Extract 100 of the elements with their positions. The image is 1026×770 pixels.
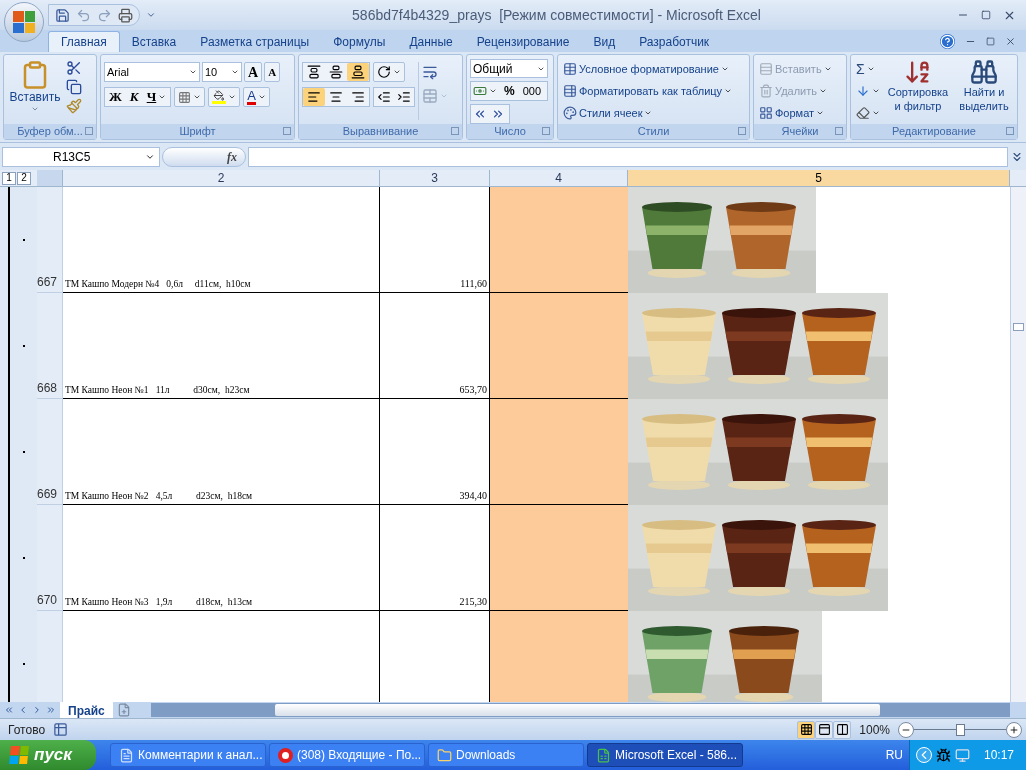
table-cell: ТМ Кашпо Модерн №4 0,6л d11см, h10см xyxy=(63,187,380,293)
group-label: Шрифт xyxy=(179,126,216,137)
row-number-cell: 670 xyxy=(37,505,63,611)
styles-menu-button[interactable]: Стили ячеек xyxy=(561,104,735,122)
taskbar-button[interactable]: (308) Входящие - По... xyxy=(269,743,425,767)
ribbon-tab[interactable]: Вставка xyxy=(119,31,189,52)
show-hidden-icons-icon[interactable] xyxy=(915,747,932,763)
caret-icon xyxy=(819,87,827,95)
restore-icon[interactable] xyxy=(986,37,995,46)
outline-level-button[interactable]: 2 xyxy=(17,171,31,185)
language-indicator[interactable]: RU xyxy=(879,746,909,764)
font-name-field[interactable]: Arial xyxy=(104,62,200,82)
align-left-icon[interactable] xyxy=(303,88,325,106)
ribbon-tab[interactable]: Данные xyxy=(397,31,465,52)
zoom-in-icon[interactable] xyxy=(1006,721,1022,738)
group-label: Ячейки xyxy=(781,126,819,137)
column-header[interactable]: 5 xyxy=(628,170,1010,186)
row-number-cell: 669 xyxy=(37,399,63,505)
ribbon-tab[interactable]: Главная xyxy=(48,31,120,52)
folder-icon xyxy=(437,747,452,763)
zoom-out-icon[interactable] xyxy=(898,721,914,738)
zoom-slider[interactable] xyxy=(914,722,1006,737)
taskbar-button[interactable]: Downloads xyxy=(428,743,584,767)
formula-field[interactable] xyxy=(248,146,1008,167)
ribbon-tab[interactable]: Разработчик xyxy=(627,31,722,52)
eraser-icon xyxy=(856,106,870,120)
bug-icon[interactable] xyxy=(935,747,951,763)
slider-thumb[interactable] xyxy=(956,723,965,736)
zoom-level: 100% xyxy=(858,721,891,739)
bottom-align-icon[interactable] xyxy=(347,63,369,81)
ribbon-tab[interactable]: Формулы xyxy=(321,31,398,52)
restore-icon[interactable] xyxy=(981,10,991,20)
column-header[interactable]: 2 xyxy=(63,170,380,186)
paint-bucket-icon xyxy=(212,90,227,104)
styles-menu-button[interactable]: Условное форматирование xyxy=(561,60,735,78)
caret-icon xyxy=(31,105,39,113)
print-preview-icon[interactable] xyxy=(118,7,133,23)
caret-icon xyxy=(644,109,653,117)
outline-level-button[interactable]: 1 xyxy=(2,171,16,185)
help-icon[interactable] xyxy=(940,34,955,49)
number-format-field[interactable]: Общий xyxy=(470,59,548,78)
number-format-value: Общий xyxy=(473,60,513,78)
taskbar-button[interactable]: Microsoft Excel - 586... xyxy=(587,743,743,767)
customize-icon[interactable] xyxy=(146,10,156,20)
grow-font-button[interactable]: A xyxy=(244,62,263,82)
shrink-font-button[interactable]: A xyxy=(264,62,281,82)
macro-record-icon[interactable] xyxy=(53,722,69,737)
caret-icon xyxy=(440,92,448,100)
borders-icon xyxy=(178,90,192,104)
thousands-button[interactable]: 000 xyxy=(519,82,545,100)
ribbon-tab[interactable]: Разметка страницы xyxy=(188,31,322,52)
underline-button[interactable]: Ч xyxy=(142,87,171,107)
caret-icon xyxy=(193,93,202,101)
caret-icon xyxy=(489,87,497,95)
vertical-scrollbar[interactable] xyxy=(1010,187,1026,702)
cell-reference: R13C5 xyxy=(53,148,91,166)
orientation-button[interactable] xyxy=(373,62,405,82)
page-break-icon[interactable] xyxy=(833,720,852,739)
paste-button[interactable]: Вставить xyxy=(7,58,63,124)
caret-icon xyxy=(872,109,880,117)
borders-button[interactable] xyxy=(174,87,206,107)
horizontal-scrollbar[interactable] xyxy=(150,703,1010,717)
caret-icon xyxy=(228,93,237,101)
autosum-button[interactable]: Σ xyxy=(854,60,882,78)
cells-menu-button[interactable]: Формат xyxy=(757,104,834,122)
bold-button[interactable]: Ж xyxy=(105,87,126,107)
font-size-field[interactable]: 10 xyxy=(202,62,242,82)
font-color-button[interactable]: A xyxy=(243,87,270,107)
table-cell: ТМ Кашпо Неон №3 1,9л d18см, h13см xyxy=(63,505,380,611)
trash-icon xyxy=(759,84,773,98)
close-icon[interactable] xyxy=(1005,36,1016,47)
clock: 10:17 xyxy=(983,747,1014,764)
styles-menu-button[interactable]: Форматировать как таблицу xyxy=(561,82,735,100)
office-button[interactable] xyxy=(4,2,44,42)
save-icon[interactable] xyxy=(55,7,70,23)
normal-view-icon[interactable] xyxy=(797,720,816,739)
caret-icon xyxy=(866,65,875,73)
find-select-button[interactable]: Найти и выделить xyxy=(954,58,1014,124)
taskbar-button[interactable]: Комментарии к анал... xyxy=(110,743,266,767)
italic-button[interactable]: К xyxy=(125,87,143,107)
column-header[interactable]: 3 xyxy=(380,170,490,186)
fill-color-button[interactable] xyxy=(208,87,241,107)
page-layout-icon[interactable] xyxy=(815,720,834,739)
percent-button[interactable]: % xyxy=(499,82,520,100)
name-box[interactable]: R13C5 xyxy=(2,146,160,167)
insert-function-button[interactable]: fx xyxy=(162,146,246,167)
ribbon-tab[interactable]: Вид xyxy=(581,31,628,52)
font-name-value: Arial xyxy=(107,64,129,80)
caret-icon xyxy=(720,65,729,73)
cut-icon[interactable] xyxy=(66,60,82,76)
copy-icon[interactable] xyxy=(66,79,82,95)
font-size-value: 10 xyxy=(205,64,218,80)
sort-filter-button[interactable]: Сортировка и фильтр xyxy=(885,58,951,124)
merge-cells-button[interactable] xyxy=(422,88,448,104)
caret-icon xyxy=(158,93,167,101)
next-sheet-icon[interactable] xyxy=(32,705,42,715)
ribbon-tab[interactable]: Рецензирование xyxy=(464,31,582,52)
prev-sheet-icon[interactable] xyxy=(18,705,28,715)
merge-cells-icon xyxy=(422,88,438,104)
sheet-tab[interactable]: Прайс xyxy=(60,702,113,718)
